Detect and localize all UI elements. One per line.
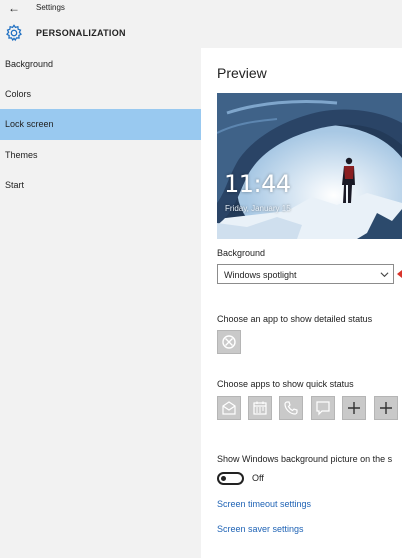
sidebar-item-start[interactable]: Start bbox=[0, 170, 201, 201]
phone-icon bbox=[284, 401, 298, 415]
back-arrow-icon[interactable]: ← bbox=[8, 1, 20, 15]
calendar-icon bbox=[253, 401, 267, 415]
detailed-status-app-tile[interactable] bbox=[217, 330, 241, 354]
toggle-knob bbox=[221, 476, 226, 481]
sidebar: Background Colors Lock screen Themes Sta… bbox=[0, 48, 201, 558]
chevron-down-icon bbox=[380, 272, 389, 278]
sidebar-item-themes[interactable]: Themes bbox=[0, 140, 201, 171]
ice-cave-image bbox=[217, 93, 402, 239]
show-background-toggle[interactable] bbox=[217, 472, 244, 485]
background-dropdown-value: Windows spotlight bbox=[224, 270, 297, 280]
main-panel: Preview 11:44 Friday, January 15 Backgro… bbox=[201, 48, 402, 558]
window-title: Settings bbox=[36, 3, 65, 12]
preview-date: Friday, January 15 bbox=[225, 204, 291, 213]
window-titlebar: ← Settings bbox=[0, 0, 402, 18]
plus-icon bbox=[348, 402, 360, 414]
quick-status-app-tile-phone[interactable] bbox=[279, 396, 303, 420]
mail-icon bbox=[222, 401, 236, 415]
show-background-label: Show Windows background picture on the s bbox=[217, 454, 393, 464]
preview-clock: 11:44 bbox=[224, 170, 291, 198]
detailed-status-label: Choose an app to show detailed status bbox=[217, 314, 373, 324]
screen-timeout-settings-link[interactable]: Screen timeout settings bbox=[217, 499, 311, 509]
quick-status-app-tile-calendar[interactable] bbox=[248, 396, 272, 420]
red-arrow-marker-icon bbox=[397, 270, 402, 278]
page-title: PERSONALIZATION bbox=[36, 28, 126, 38]
xbox-icon bbox=[222, 335, 236, 349]
lock-screen-preview: 11:44 Friday, January 15 bbox=[217, 93, 402, 239]
plus-icon bbox=[380, 402, 392, 414]
page-header: PERSONALIZATION bbox=[0, 18, 402, 48]
quick-status-app-tile-message[interactable] bbox=[311, 396, 335, 420]
sidebar-item-background[interactable]: Background bbox=[0, 49, 201, 80]
background-label: Background bbox=[217, 248, 266, 258]
quick-status-add-tile[interactable] bbox=[374, 396, 398, 420]
preview-heading: Preview bbox=[217, 65, 267, 81]
sidebar-item-lock-screen[interactable]: Lock screen bbox=[0, 109, 201, 140]
quick-status-app-tile-mail[interactable] bbox=[217, 396, 241, 420]
quick-status-label: Choose apps to show quick status bbox=[217, 379, 354, 389]
gear-icon bbox=[6, 24, 22, 42]
sidebar-item-colors[interactable]: Colors bbox=[0, 79, 201, 110]
quick-status-add-tile[interactable] bbox=[342, 396, 366, 420]
toggle-state-label: Off bbox=[252, 473, 264, 483]
screen-saver-settings-link[interactable]: Screen saver settings bbox=[217, 524, 304, 534]
message-icon bbox=[316, 401, 330, 416]
background-dropdown[interactable]: Windows spotlight bbox=[217, 264, 394, 284]
